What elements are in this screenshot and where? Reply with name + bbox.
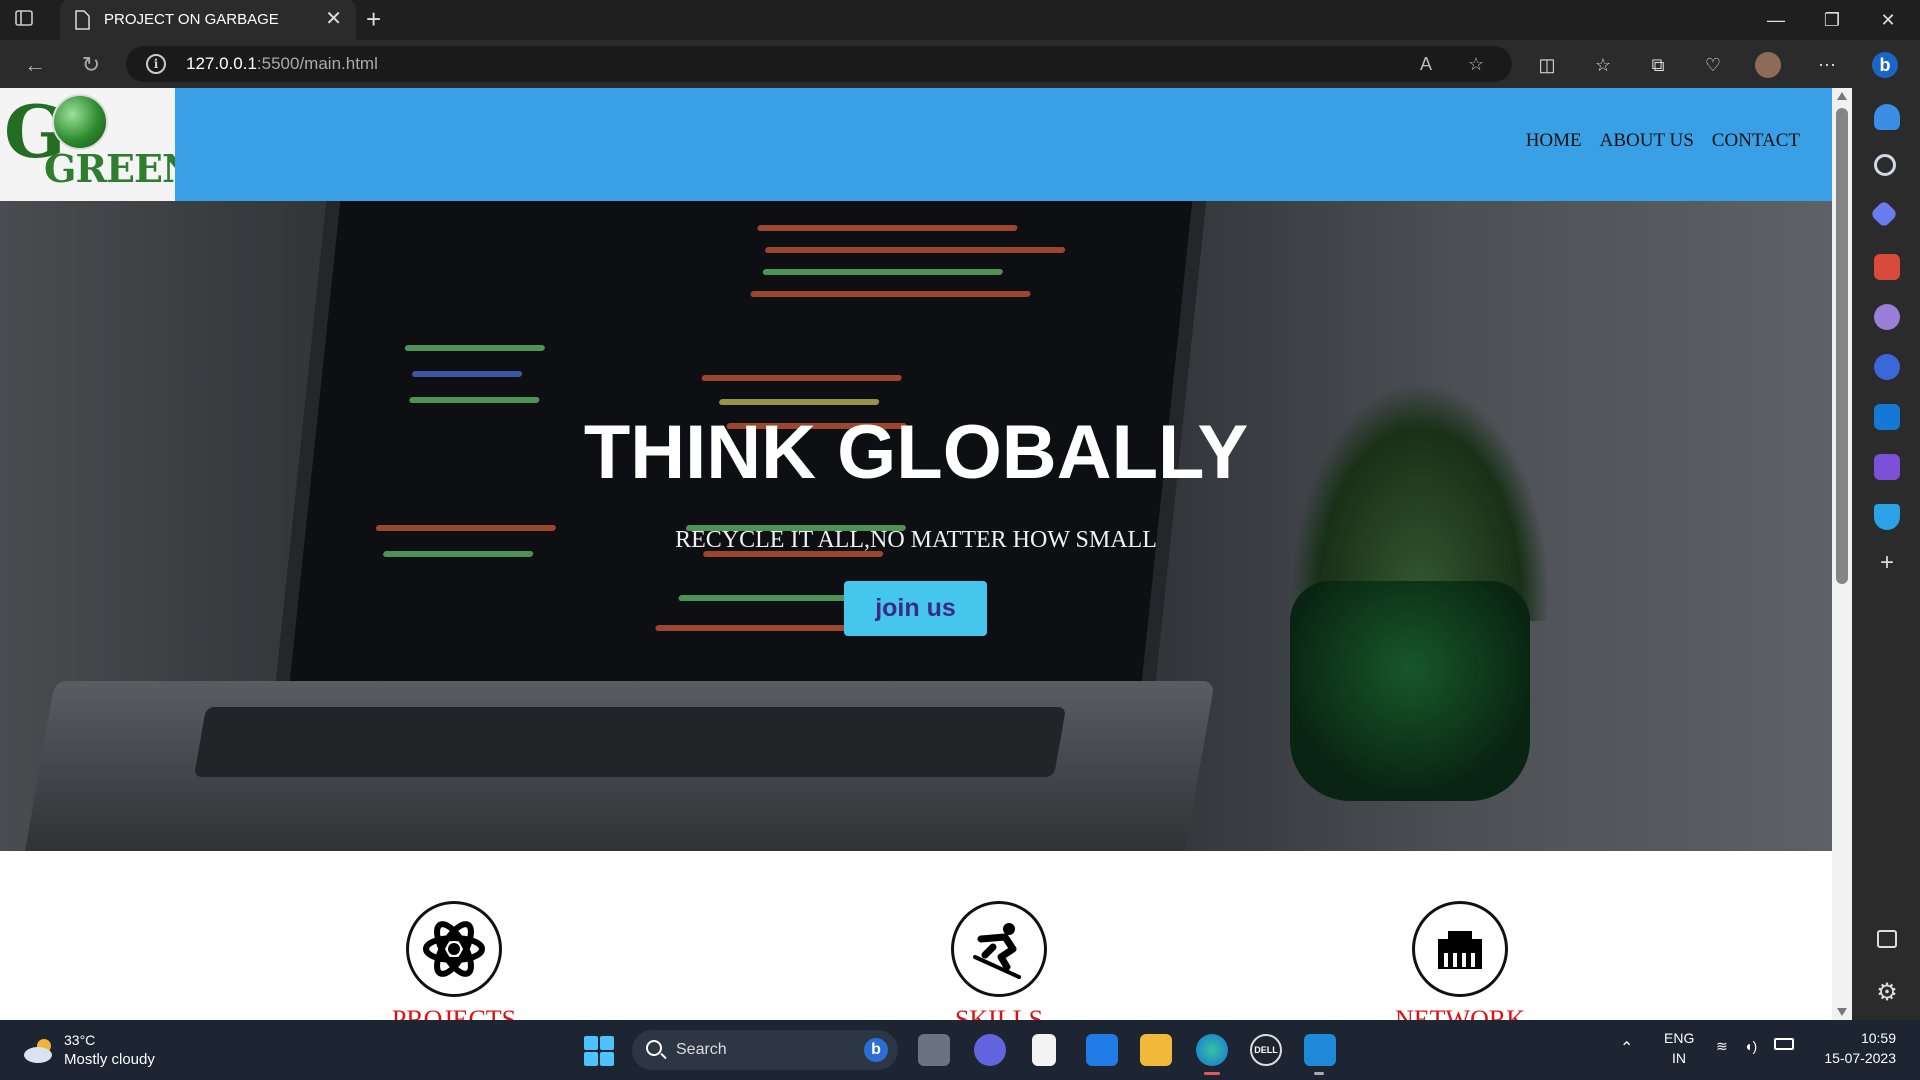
teams-chat-icon[interactable] xyxy=(974,1034,1006,1066)
cloudy-weather-icon[interactable] xyxy=(22,1036,56,1064)
close-tab-icon[interactable]: ✕ xyxy=(325,9,342,29)
search-glass-icon xyxy=(646,1040,662,1056)
nav-contact[interactable]: CONTACT xyxy=(1712,130,1800,152)
feature-projects[interactable]: PROJECTS xyxy=(392,901,516,1020)
hero-banner: THINK GLOBALLY RECYCLE IT ALL,NO MATTER … xyxy=(0,201,1832,851)
games-icon[interactable] xyxy=(1874,304,1900,330)
page-viewport: G GREEN HOME ABOUT US CONTACT xyxy=(0,88,1832,1020)
refresh-icon[interactable]: ↻ xyxy=(76,50,106,80)
wifi-icon[interactable]: ≋ xyxy=(1716,1038,1728,1055)
taskbar-search-label: Search xyxy=(676,1041,727,1058)
new-tab-button[interactable]: + xyxy=(366,6,381,32)
edge-sidebar: + ⚙ xyxy=(1852,88,1920,1020)
tools-icon[interactable] xyxy=(1874,254,1900,280)
settings-gear-icon[interactable]: ⚙ xyxy=(1874,980,1900,1006)
back-icon[interactable]: ← xyxy=(20,50,50,80)
join-us-button[interactable]: join us xyxy=(844,581,987,636)
weather-description[interactable]: Mostly cloudy xyxy=(64,1051,155,1068)
tab-title: PROJECT ON GARBAGE xyxy=(104,11,279,28)
page-scrollbar[interactable] xyxy=(1832,88,1852,1020)
copilot-icon[interactable] xyxy=(1874,354,1900,380)
dell-icon[interactable]: DELL xyxy=(1250,1034,1282,1066)
feature-label-skills: SKILLS xyxy=(954,1005,1044,1020)
more-options-icon[interactable]: ⋯ xyxy=(1814,52,1840,78)
profile-avatar[interactable] xyxy=(1755,52,1781,78)
weather-temperature[interactable]: 33°C xyxy=(64,1032,95,1048)
vscode-icon[interactable] xyxy=(1304,1034,1336,1066)
drop-icon[interactable] xyxy=(1874,504,1900,530)
feature-label-projects: PROJECTS xyxy=(391,1005,517,1020)
task-view-icon[interactable] xyxy=(918,1034,950,1066)
edge-browser-icon[interactable] xyxy=(1196,1034,1228,1066)
page-icon xyxy=(74,10,92,30)
show-hidden-icons-chevron-icon[interactable]: ⌃ xyxy=(1620,1038,1633,1058)
url-text[interactable]: 127.0.0.1:5500/main.html xyxy=(186,54,378,74)
clock-date[interactable]: 15-07-2023 xyxy=(1824,1050,1896,1066)
notepad-icon[interactable] xyxy=(1032,1034,1056,1066)
favorite-star-icon[interactable]: ☆ xyxy=(1468,54,1484,75)
tab-actions-icon[interactable] xyxy=(14,8,46,32)
windows-taskbar: 33°C Mostly cloudy Search b DELL ⌃ ENG I… xyxy=(0,1020,1920,1080)
clock-time[interactable]: 10:59 xyxy=(1861,1030,1896,1046)
shopping-tag-icon[interactable] xyxy=(1869,199,1899,229)
address-bar-row: ← ↻ i 127.0.0.1:5500/main.html A ☆ ◫ ☆ ⧉… xyxy=(0,40,1920,88)
hero-title: THINK GLOBALLY xyxy=(583,410,1249,495)
favorites-icon[interactable]: ☆ xyxy=(1590,52,1616,78)
bing-copilot-icon[interactable]: b xyxy=(1872,52,1898,78)
sidebar-panel-icon[interactable] xyxy=(1877,930,1897,948)
feature-skills[interactable]: SKILLS xyxy=(951,901,1047,1020)
vscode-open-indicator xyxy=(1314,1072,1324,1075)
site-info-icon[interactable]: i xyxy=(146,54,166,74)
browser-titlebar: PROJECT ON GARBAGE ✕ + — ❐ ✕ xyxy=(0,0,1920,40)
search-icon[interactable] xyxy=(1874,154,1896,176)
notifications-bell-icon[interactable] xyxy=(1874,104,1900,130)
read-aloud-icon[interactable]: A xyxy=(1420,54,1432,75)
battery-icon[interactable] xyxy=(1774,1038,1794,1050)
close-window-icon[interactable]: ✕ xyxy=(1860,0,1916,40)
restore-icon[interactable]: ❐ xyxy=(1804,0,1860,40)
language-top[interactable]: ENG xyxy=(1664,1030,1694,1046)
volume-icon[interactable]: ◖) xyxy=(1744,1038,1757,1054)
add-icon[interactable]: + xyxy=(1874,550,1900,576)
hero-subtitle: RECYCLE IT ALL,NO MATTER HOW SMALL xyxy=(675,527,1157,553)
minimize-icon[interactable]: — xyxy=(1748,0,1804,40)
go-green-logo[interactable]: G GREEN xyxy=(0,88,175,201)
main-nav: HOME ABOUT US CONTACT xyxy=(1526,130,1800,152)
feature-network[interactable]: NETWORK xyxy=(1395,901,1525,1020)
logo-word: GREEN xyxy=(44,146,175,191)
bing-icon: b xyxy=(864,1038,888,1062)
browser-tab[interactable]: PROJECT ON GARBAGE ✕ xyxy=(60,0,356,40)
language-bottom[interactable]: IN xyxy=(1672,1050,1686,1066)
features-section: PROJECTS SKILLS NETWORK xyxy=(0,851,1832,1020)
nav-about-us[interactable]: ABOUT US xyxy=(1600,130,1694,152)
hero-overlay xyxy=(0,201,1832,851)
globe-icon xyxy=(52,94,108,150)
collections-icon[interactable]: ⧉ xyxy=(1645,52,1671,78)
split-screen-icon[interactable]: ◫ xyxy=(1534,52,1560,78)
site-header: G GREEN HOME ABOUT US CONTACT xyxy=(0,88,1832,201)
nav-home[interactable]: HOME xyxy=(1526,130,1582,152)
taskbar-search[interactable]: Search b xyxy=(632,1030,898,1070)
skier-icon xyxy=(951,901,1047,997)
url-field[interactable]: i 127.0.0.1:5500/main.html A ☆ xyxy=(126,46,1512,82)
feature-label-network: NETWORK xyxy=(1395,1005,1525,1020)
atom-icon xyxy=(406,901,502,997)
edge-active-indicator xyxy=(1204,1072,1220,1075)
designer-icon[interactable] xyxy=(1874,454,1900,480)
microsoft-store-icon[interactable] xyxy=(1086,1034,1118,1066)
ethernet-icon xyxy=(1412,901,1508,997)
file-explorer-icon[interactable] xyxy=(1140,1034,1172,1066)
scroll-up-arrow-icon[interactable] xyxy=(1837,92,1847,100)
windows-start-icon[interactable] xyxy=(584,1036,614,1066)
scrollbar-thumb[interactable] xyxy=(1836,108,1848,584)
outlook-icon[interactable] xyxy=(1874,404,1900,430)
scroll-down-arrow-icon[interactable] xyxy=(1837,1008,1847,1016)
browser-health-icon[interactable]: ♡ xyxy=(1700,52,1726,78)
